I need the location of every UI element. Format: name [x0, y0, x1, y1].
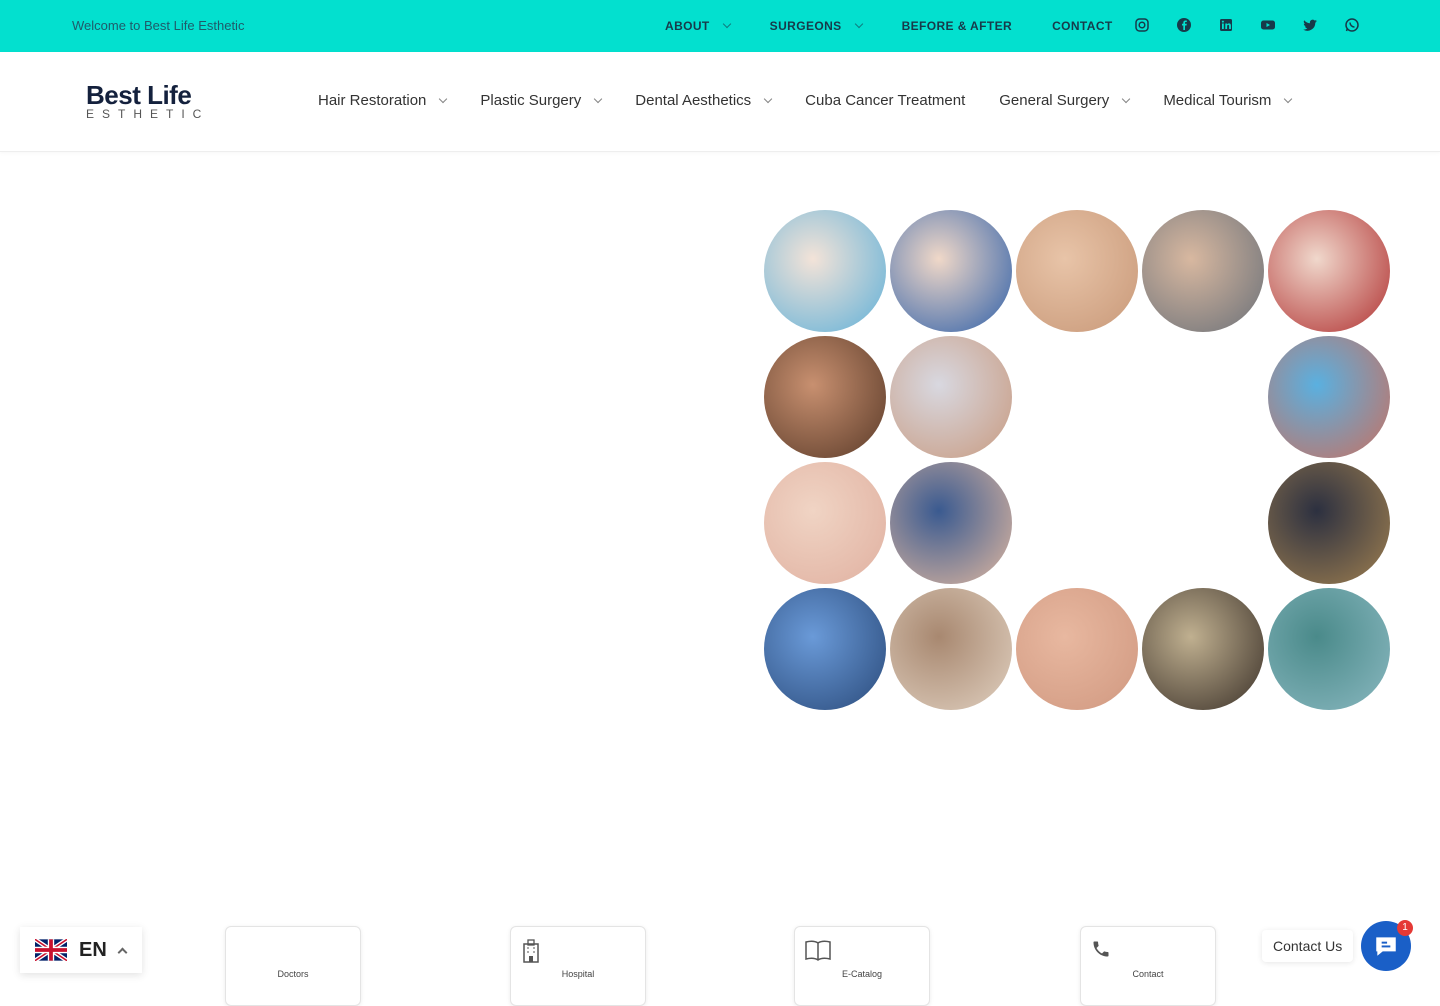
logo[interactable]: Best Life ESTHETIC — [86, 82, 209, 120]
main-nav-label: Cuba Cancer Treatment — [805, 92, 966, 109]
gallery-image-dental-treatment[interactable] — [1268, 336, 1390, 458]
gallery-image-face-treatment[interactable] — [764, 210, 886, 332]
gallery-image-hospital-room[interactable] — [890, 588, 1012, 710]
main-nav-label: Hair Restoration — [318, 92, 427, 109]
main-nav-item[interactable]: Dental Aesthetics — [635, 92, 773, 109]
gallery-image-dental-patient[interactable] — [890, 462, 1012, 584]
top-nav-item[interactable]: BEFORE & AFTER — [902, 19, 1013, 33]
welcome-text: Welcome to Best Life Esthetic — [72, 18, 245, 33]
chat-icon — [1376, 937, 1396, 956]
chevron-down-icon — [439, 94, 448, 103]
top-nav-label: CONTACT — [1052, 19, 1113, 33]
whatsapp-icon[interactable] — [1344, 17, 1360, 33]
notification-badge: 1 — [1397, 920, 1413, 936]
hospital-icon — [521, 939, 541, 968]
chevron-down-icon — [763, 94, 773, 103]
quick-link-label: Contact — [1132, 969, 1164, 979]
chevron-up-icon — [117, 947, 128, 957]
main-nav-item[interactable]: General Surgery — [999, 92, 1131, 109]
gallery-image-cancer-ribbon[interactable] — [890, 210, 1012, 332]
top-nav-label: ABOUT — [665, 19, 710, 33]
top-nav-item[interactable]: CONTACT — [1052, 19, 1113, 33]
quick-link-label: Hospital — [561, 969, 595, 979]
gallery-image-breast-surgery[interactable] — [1016, 588, 1138, 710]
quick-link-contact[interactable]: Contact — [1080, 926, 1216, 1006]
gallery-image-surgeons[interactable] — [1268, 588, 1390, 710]
quick-link-label: Doctors — [277, 969, 309, 979]
language-code: EN — [79, 938, 107, 961]
twitter-icon[interactable] — [1302, 17, 1318, 33]
gallery-image-doctor-stethoscope[interactable] — [890, 336, 1012, 458]
main-nav: Hair Restoration Plastic Surgery Dental Ae… — [318, 92, 1325, 109]
chevron-down-icon — [854, 19, 863, 29]
instagram-icon[interactable] — [1134, 17, 1150, 33]
main-nav-item[interactable]: Hair Restoration — [318, 92, 448, 109]
top-nav-label: BEFORE & AFTER — [901, 19, 1013, 33]
main-nav-item[interactable]: Medical Tourism — [1163, 92, 1293, 109]
quick-link-label: E-Catalog — [841, 969, 883, 979]
quick-link-hospital[interactable]: Hospital — [510, 926, 646, 1006]
main-nav-label: Plastic Surgery — [480, 92, 582, 109]
social-links — [1134, 17, 1386, 33]
gallery-image-eye[interactable] — [1142, 210, 1264, 332]
chevron-down-icon — [1122, 94, 1131, 103]
gallery-image-hospital-building[interactable] — [1268, 462, 1390, 584]
main-nav-label: General Surgery — [999, 92, 1110, 109]
gallery-image-hair-transplant[interactable] — [764, 336, 886, 458]
gallery-image-body-contour[interactable] — [1268, 210, 1390, 332]
top-nav: ABOUT SURGEONS BEFORE & AFTER CONTACT — [665, 0, 1153, 52]
contact-us-label[interactable]: Contact Us — [1262, 930, 1354, 962]
linkedin-icon[interactable] — [1218, 17, 1234, 33]
image-gallery — [764, 210, 1394, 710]
main-header: Best Life ESTHETIC Hair Restoration Plast… — [0, 52, 1440, 152]
main-nav-label: Dental Aesthetics — [635, 92, 752, 109]
logo-subtext: ESTHETIC — [86, 107, 210, 121]
phone-icon — [1091, 939, 1111, 964]
uk-flag-icon — [35, 939, 67, 961]
top-nav-item[interactable]: SURGEONS — [769, 19, 863, 33]
top-nav-item[interactable]: ABOUT — [665, 19, 731, 33]
chevron-down-icon — [1284, 94, 1293, 103]
main-nav-item[interactable]: Cuba Cancer Treatment — [805, 92, 965, 109]
book-icon — [805, 939, 831, 966]
language-selector[interactable]: EN — [20, 927, 142, 973]
chevron-down-icon — [722, 19, 731, 29]
gallery-image-injection[interactable] — [1016, 210, 1138, 332]
logo-text: Best Life — [86, 80, 192, 110]
quick-link-doctors[interactable]: Doctors — [225, 926, 361, 1006]
top-nav-label: SURGEONS — [769, 19, 842, 33]
top-bar: Welcome to Best Life Esthetic ABOUT SURGE… — [0, 0, 1440, 52]
youtube-icon[interactable] — [1260, 17, 1276, 33]
gallery-image-hospital-exterior[interactable] — [764, 588, 886, 710]
facebook-icon[interactable] — [1176, 17, 1192, 33]
main-nav-item[interactable]: Plastic Surgery — [480, 92, 603, 109]
main-nav-label: Medical Tourism — [1163, 92, 1272, 109]
gallery-image-tummy-tuck[interactable] — [764, 462, 886, 584]
chevron-down-icon — [594, 94, 603, 103]
quick-link-e-catalog[interactable]: E-Catalog — [794, 926, 930, 1006]
gallery-image-hotel-room[interactable] — [1142, 588, 1264, 710]
